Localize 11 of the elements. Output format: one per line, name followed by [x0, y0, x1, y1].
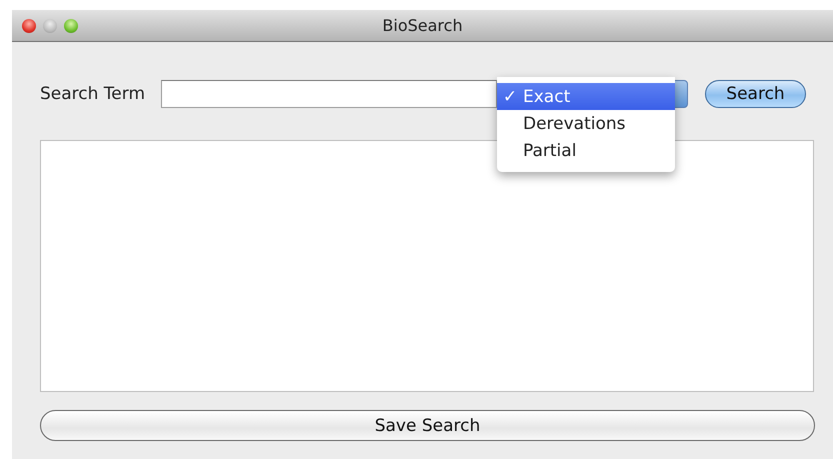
search-field[interactable]: [161, 80, 497, 108]
menu-item[interactable]: Partial: [497, 137, 675, 164]
close-icon[interactable]: [22, 18, 36, 32]
search-button[interactable]: Search: [705, 80, 806, 108]
check-mark: ✓: [502, 86, 518, 106]
window-title: BioSearch: [382, 16, 463, 35]
save-search-button[interactable]: Save Search: [40, 410, 815, 441]
search-term-label: Search Term: [40, 84, 146, 104]
zoom-icon[interactable]: [64, 18, 78, 32]
menu-item[interactable]: Derevations: [497, 110, 675, 137]
menu-item[interactable]: ✓ Exact: [497, 83, 675, 110]
